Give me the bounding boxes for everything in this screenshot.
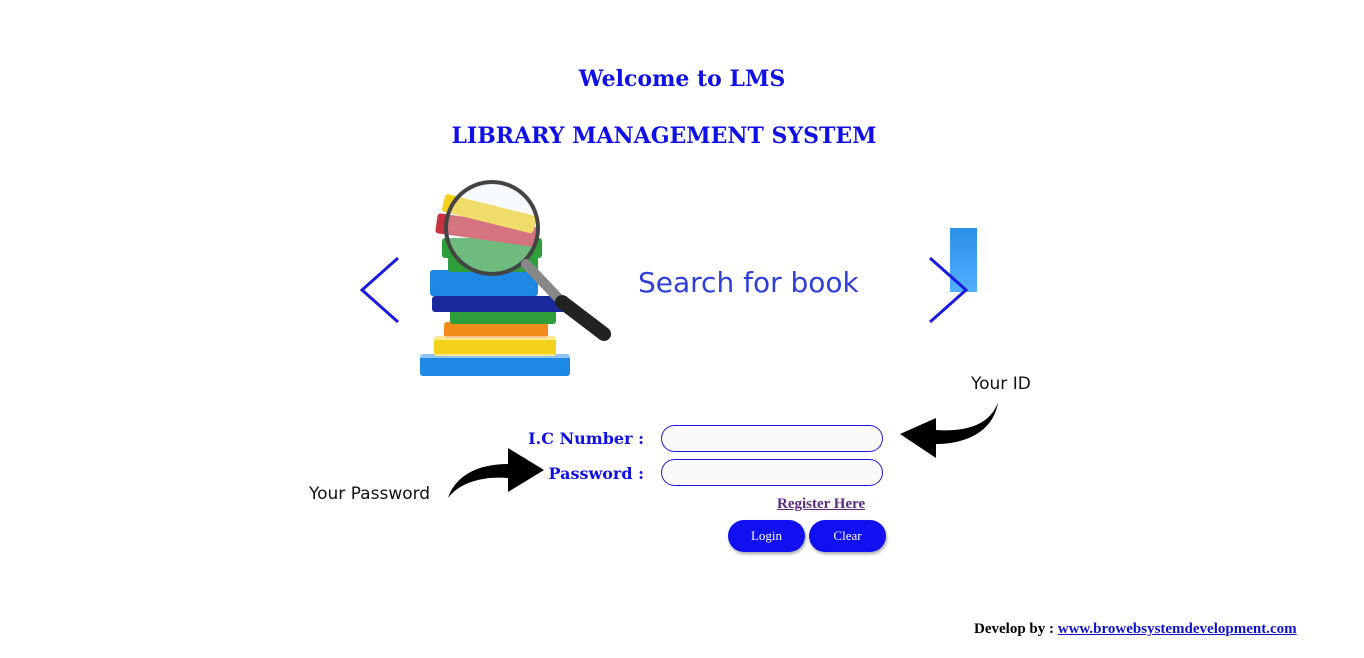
developer-link[interactable]: www.browebsystemdevelopment.com — [1058, 621, 1297, 637]
your-password-hint: Your Password — [309, 484, 431, 504]
welcome-title: Welcome to LMS — [578, 66, 786, 92]
login-button[interactable]: Login — [728, 520, 805, 552]
password-input[interactable] — [661, 459, 883, 486]
curved-arrow-left-icon — [900, 402, 998, 458]
clear-button[interactable]: Clear — [809, 520, 886, 552]
slide-caption: Search for book — [638, 266, 859, 299]
system-title: LIBRARY MANAGEMENT SYSTEM — [451, 123, 877, 149]
footer-credit: Develop by : www.browebsystemdevelopment… — [974, 621, 1297, 638]
footer-prefix: Develop by : — [974, 621, 1054, 637]
chevron-right-icon[interactable] — [926, 256, 970, 324]
register-link[interactable]: Register Here — [777, 496, 865, 513]
image-carousel: Search for book — [358, 180, 978, 400]
your-id-hint: Your ID — [971, 374, 1031, 394]
ic-number-input[interactable] — [661, 425, 883, 452]
chevron-left-icon[interactable] — [358, 256, 402, 324]
books-magnifier-illustration — [420, 180, 611, 376]
curved-arrow-right-icon — [448, 448, 544, 498]
